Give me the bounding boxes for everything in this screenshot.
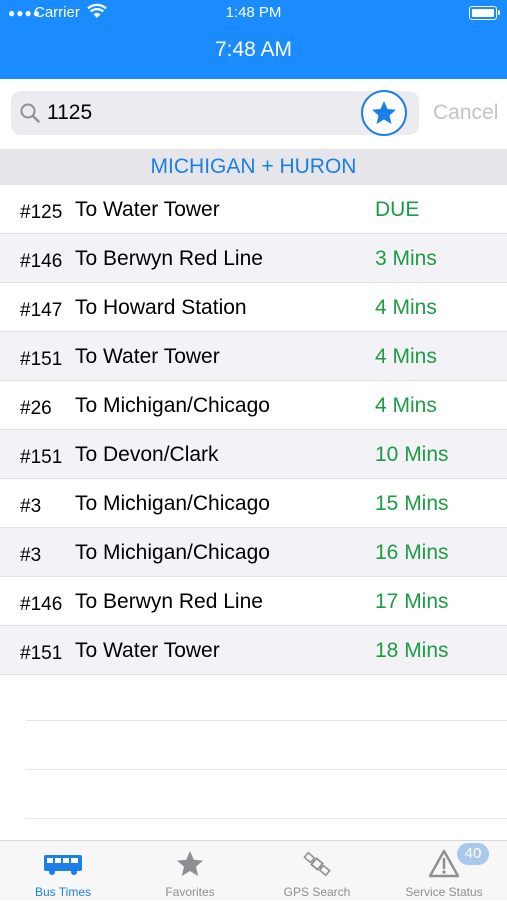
route-number: #3 <box>20 545 42 566</box>
favorite-button[interactable] <box>361 90 407 136</box>
search-bar[interactable] <box>11 91 419 135</box>
status-time: 1:48 PM <box>225 4 282 21</box>
destination: To Berwyn Red Line <box>75 590 263 613</box>
top-bar: ●●●● Carrier 1:48 PM 7:48 AM <box>0 0 507 79</box>
arrival-eta: 16 Mins <box>375 541 449 564</box>
route-number: #146 <box>20 251 63 272</box>
arrival-row[interactable]: #146 To Berwyn Red Line 3 Mins <box>0 234 507 283</box>
search-icon <box>19 102 41 129</box>
cancel-button[interactable]: Cancel <box>433 101 498 125</box>
arrival-row[interactable]: #146 To Berwyn Red Line 17 Mins <box>0 577 507 626</box>
search-area: Cancel <box>0 79 507 149</box>
arrival-eta: 15 Mins <box>375 492 449 515</box>
destination: To Michigan/Chicago <box>75 541 270 564</box>
status-bar: ●●●● Carrier 1:48 PM <box>0 0 507 26</box>
tab-bus-times[interactable]: Bus Times <box>0 841 126 901</box>
destination: To Michigan/Chicago <box>75 394 270 417</box>
destination: To Water Tower <box>75 345 220 368</box>
destination: To Water Tower <box>75 639 220 662</box>
arrival-eta: 4 Mins <box>375 296 437 319</box>
tab-gps-search[interactable]: GPS Search <box>254 841 380 901</box>
tab-favorites[interactable]: Favorites <box>127 841 253 901</box>
route-number: #151 <box>20 643 63 664</box>
arrival-row[interactable]: #3 To Michigan/Chicago 16 Mins <box>0 528 507 577</box>
warning-icon <box>428 849 460 878</box>
route-number: #146 <box>20 594 63 615</box>
route-number: #125 <box>20 202 63 223</box>
arrival-eta: DUE <box>375 198 420 221</box>
arrival-row[interactable]: #151 To Water Tower 4 Mins <box>0 332 507 381</box>
arrival-row[interactable]: #147 To Howard Station 4 Mins <box>0 283 507 332</box>
arrival-row[interactable]: #151 To Devon/Clark 10 Mins <box>0 430 507 479</box>
arrival-eta: 4 Mins <box>375 345 437 368</box>
nav-title: 7:48 AM <box>214 38 293 61</box>
route-number: #3 <box>20 496 42 517</box>
tab-label: Service Status <box>405 885 483 899</box>
stop-name-header: MICHIGAN + HURON <box>0 149 507 185</box>
tab-bar: Bus Times Favorites GPS Search Service S… <box>0 840 507 900</box>
empty-list-area <box>26 672 507 819</box>
arrival-row[interactable]: #125 To Water Tower DUE <box>0 185 507 234</box>
arrival-eta: 4 Mins <box>375 394 437 417</box>
arrival-row[interactable]: #151 To Water Tower 18 Mins <box>0 626 507 675</box>
search-input[interactable] <box>47 97 365 129</box>
destination: To Devon/Clark <box>75 443 219 466</box>
destination: To Howard Station <box>75 296 247 319</box>
arrivals-list: #125 To Water Tower DUE #146 To Berwyn Red L… <box>0 185 507 675</box>
service-status-badge: 40 <box>457 843 489 865</box>
arrival-row[interactable]: #3 To Michigan/Chicago 15 Mins <box>0 479 507 528</box>
destination: To Michigan/Chicago <box>75 492 270 515</box>
route-number: #26 <box>20 398 52 419</box>
arrival-eta: 10 Mins <box>375 443 449 466</box>
tab-label: Favorites <box>165 885 215 899</box>
arrival-eta: 3 Mins <box>375 247 437 270</box>
star-icon <box>177 851 203 876</box>
route-number: #147 <box>20 300 63 321</box>
route-number: #151 <box>20 349 63 370</box>
battery-icon <box>469 6 500 20</box>
tab-label: GPS Search <box>283 885 351 899</box>
arrival-eta: 17 Mins <box>375 590 449 613</box>
arrival-eta: 18 Mins <box>375 639 449 662</box>
star-icon <box>372 101 396 124</box>
tab-label: Bus Times <box>34 885 91 899</box>
arrival-row[interactable]: #26 To Michigan/Chicago 4 Mins <box>0 381 507 430</box>
route-number: #151 <box>20 447 63 468</box>
bus-icon <box>44 855 82 875</box>
satellite-icon <box>303 851 331 877</box>
destination: To Berwyn Red Line <box>75 247 263 270</box>
destination: To Water Tower <box>75 198 220 221</box>
